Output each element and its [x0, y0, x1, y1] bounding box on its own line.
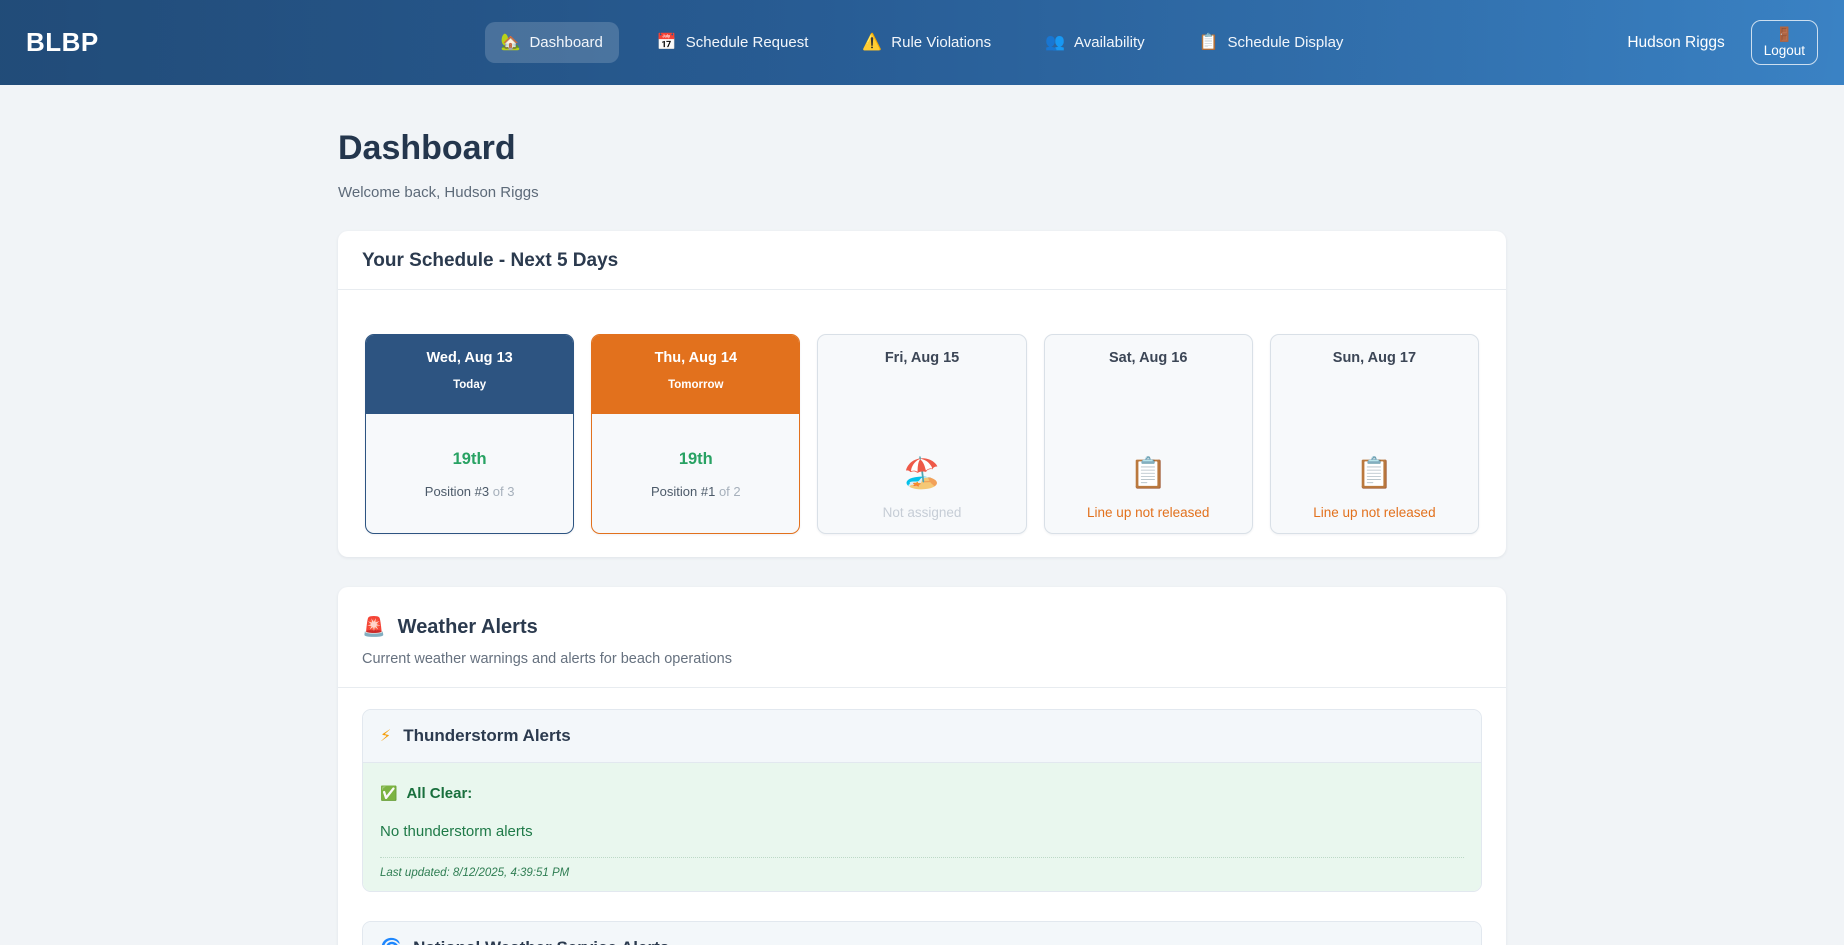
day-sublabel: Today: [366, 379, 573, 391]
weather-section-subtitle: Current weather warnings and alerts for …: [362, 651, 1482, 667]
divider: [380, 857, 1464, 858]
day-card-fri: Fri, Aug 15 🏖️ Not assigned: [817, 334, 1026, 534]
page-title: Dashboard: [338, 129, 1506, 168]
main-content: Dashboard Welcome back, Hudson Riggs You…: [338, 129, 1506, 945]
nav-item-availability[interactable]: 👥 Availability: [1029, 22, 1161, 63]
nws-alerts-card: 🌀 National Weather Service Alerts: [362, 921, 1482, 945]
nav-item-schedule-display[interactable]: 📋 Schedule Display: [1183, 22, 1360, 63]
siren-icon: 🚨: [362, 615, 386, 639]
nws-alerts-header: 🌀 National Weather Service Alerts: [363, 922, 1481, 945]
clipboard-icon: 📋: [1045, 456, 1252, 492]
day-card-body: 19th Position #3 of 3: [366, 450, 573, 499]
day-card-sat: Sat, Aug 16 📋 Line up not released: [1044, 334, 1253, 534]
position-total: of 2: [719, 484, 741, 499]
cyclone-icon: 🌀: [380, 938, 401, 945]
weather-section-header: 🚨 Weather Alerts Current weather warning…: [338, 587, 1506, 688]
day-date: Wed, Aug 13: [366, 350, 573, 366]
thunderstorm-alerts-title: Thunderstorm Alerts: [403, 726, 571, 746]
position-number: Position #3: [425, 484, 489, 499]
day-date: Sat, Aug 16: [1045, 350, 1252, 366]
day-status: Not assigned: [818, 505, 1025, 520]
schedule-section-header: Your Schedule - Next 5 Days: [338, 231, 1506, 290]
door-icon: 🚪: [1776, 27, 1793, 41]
top-navigation-bar: BLBP 🏡 Dashboard 📅 Schedule Request ⚠️ R…: [0, 0, 1844, 85]
beach-umbrella-icon: 🏖️: [818, 456, 1025, 492]
alert-message: No thunderstorm alerts: [380, 823, 1464, 840]
stand-assignment: 19th: [592, 450, 799, 469]
thunderstorm-alerts-card: ⚡ Thunderstorm Alerts ✅ All Clear: No th…: [362, 709, 1482, 892]
day-card-header: Fri, Aug 15: [818, 335, 1025, 414]
position-info: Position #1 of 2: [592, 484, 799, 499]
nav-label-rule-violations: Rule Violations: [891, 34, 991, 51]
day-status: Line up not released: [1271, 505, 1478, 520]
day-card-header: Sat, Aug 16: [1045, 335, 1252, 414]
day-card-body: 📋 Line up not released: [1271, 456, 1478, 520]
main-nav: 🏡 Dashboard 📅 Schedule Request ⚠️ Rule V…: [485, 22, 1360, 63]
thunderstorm-alerts-body: ✅ All Clear: No thunderstorm alerts Last…: [363, 763, 1481, 891]
thunderstorm-alerts-header: ⚡ Thunderstorm Alerts: [363, 710, 1481, 763]
day-card-header: Sun, Aug 17: [1271, 335, 1478, 414]
stand-assignment: 19th: [366, 450, 573, 469]
logout-button[interactable]: 🚪 Logout: [1751, 20, 1818, 65]
day-status: Line up not released: [1045, 505, 1252, 520]
day-card-body: 📋 Line up not released: [1045, 456, 1252, 520]
warning-icon: ⚠️: [862, 35, 882, 51]
day-sublabel: Tomorrow: [592, 379, 799, 391]
day-date: Thu, Aug 14: [592, 350, 799, 366]
check-icon: ✅: [380, 785, 397, 802]
day-date: Sun, Aug 17: [1271, 350, 1478, 366]
day-card-header: Thu, Aug 14 Tomorrow: [592, 335, 799, 414]
app-logo: BLBP: [26, 27, 266, 58]
user-area: Hudson Riggs 🚪 Logout: [1578, 20, 1818, 65]
day-cards-row: Wed, Aug 13 Today 19th Position #3 of 3 …: [338, 290, 1506, 557]
schedule-section: Your Schedule - Next 5 Days Wed, Aug 13 …: [338, 231, 1506, 557]
user-name: Hudson Riggs: [1627, 34, 1724, 52]
weather-section-body: ⚡ Thunderstorm Alerts ✅ All Clear: No th…: [338, 688, 1506, 945]
nav-item-dashboard[interactable]: 🏡 Dashboard: [485, 22, 619, 63]
clipboard-icon: 📋: [1199, 35, 1219, 51]
position-info: Position #3 of 3: [366, 484, 573, 499]
home-icon: 🏡: [501, 35, 521, 51]
position-number: Position #1: [651, 484, 715, 499]
day-card-today: Wed, Aug 13 Today 19th Position #3 of 3: [365, 334, 574, 534]
nav-label-schedule-request: Schedule Request: [686, 34, 809, 51]
schedule-section-title: Your Schedule - Next 5 Days: [362, 250, 1482, 272]
nav-label-schedule-display: Schedule Display: [1228, 34, 1344, 51]
position-total: of 3: [493, 484, 515, 499]
nav-item-schedule-request[interactable]: 📅 Schedule Request: [641, 22, 825, 63]
clipboard-icon: 📋: [1271, 456, 1478, 492]
day-card-body: 19th Position #1 of 2: [592, 450, 799, 499]
welcome-message: Welcome back, Hudson Riggs: [338, 184, 1506, 201]
day-card-header: Wed, Aug 13 Today: [366, 335, 573, 414]
nav-label-availability: Availability: [1074, 34, 1145, 51]
all-clear-row: ✅ All Clear:: [380, 785, 1464, 802]
day-card-tomorrow: Thu, Aug 14 Tomorrow 19th Position #1 of…: [591, 334, 800, 534]
weather-alerts-section: 🚨 Weather Alerts Current weather warning…: [338, 587, 1506, 945]
all-clear-label: All Clear:: [406, 785, 472, 802]
day-card-body: 🏖️ Not assigned: [818, 456, 1025, 520]
people-icon: 👥: [1045, 35, 1065, 51]
last-updated-timestamp: Last updated: 8/12/2025, 4:39:51 PM: [380, 867, 1464, 879]
weather-section-title-row: 🚨 Weather Alerts: [362, 615, 1482, 639]
logout-label: Logout: [1764, 43, 1805, 58]
weather-section-title: Weather Alerts: [398, 616, 538, 639]
calendar-icon: 📅: [657, 35, 677, 51]
nav-item-rule-violations[interactable]: ⚠️ Rule Violations: [846, 22, 1007, 63]
nav-label-dashboard: Dashboard: [529, 34, 602, 51]
day-date: Fri, Aug 15: [818, 350, 1025, 366]
nws-alerts-title: National Weather Service Alerts: [413, 938, 669, 945]
lightning-icon: ⚡: [380, 726, 391, 746]
day-card-sun: Sun, Aug 17 📋 Line up not released: [1270, 334, 1479, 534]
